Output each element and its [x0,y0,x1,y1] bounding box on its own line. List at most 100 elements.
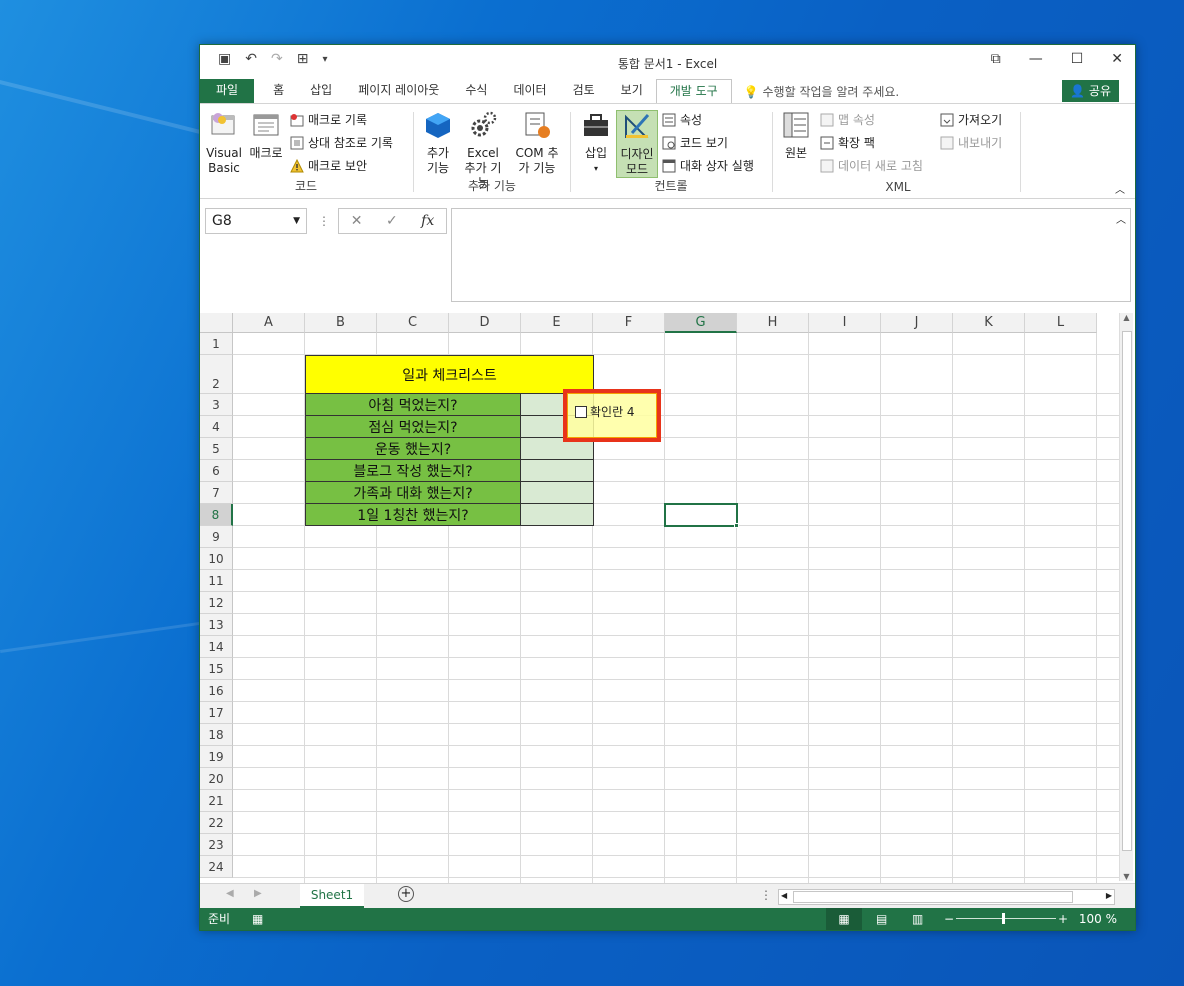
formula-input[interactable]: ︿ [451,208,1131,302]
checklist-item[interactable]: 아침 먹었는지? [305,394,521,416]
column-header[interactable]: B [305,313,377,333]
share-button[interactable]: 👤 공유 [1062,80,1119,102]
ribbon-display-options-icon[interactable]: ⧉ [991,51,1001,67]
checklist-title[interactable]: 일과 체크리스트 [305,355,594,394]
map-properties-button[interactable]: 맵 속성 [820,110,875,130]
vertical-scrollbar[interactable]: ▲ ▼ [1119,313,1133,881]
row-header[interactable]: 23 [200,834,233,856]
page-layout-view-icon[interactable]: ▤ [876,908,887,930]
row-header[interactable]: 7 [200,482,233,504]
row-header[interactable]: 9 [200,526,233,548]
refresh-data-button[interactable]: 데이터 새로 고침 [820,156,923,176]
horizontal-scroll-thumb[interactable] [793,891,1073,903]
export-button[interactable]: 내보내기 [940,133,1002,153]
run-dialog-button[interactable]: 대화 상자 실행 [662,156,754,176]
row-header[interactable]: 12 [200,592,233,614]
column-header[interactable]: K [953,313,1025,333]
prev-sheet-icon[interactable]: ◀ [226,888,234,899]
tab-formulas[interactable]: 수식 [452,79,500,103]
row-header[interactable]: 13 [200,614,233,636]
import-button[interactable]: 가져오기 [940,110,1002,130]
page-break-view-icon[interactable]: ▥ [912,908,923,930]
zoom-out-icon[interactable]: − [944,908,954,930]
check-cell[interactable] [521,460,594,482]
column-header[interactable]: L [1025,313,1097,333]
row-header[interactable]: 5 [200,438,233,460]
tab-home[interactable]: 홈 [260,79,297,103]
checklist-item[interactable]: 가족과 대화 했는지? [305,482,521,504]
tab-insert[interactable]: 삽입 [297,79,345,103]
tab-review[interactable]: 검토 [560,79,608,103]
column-header[interactable]: J [881,313,953,333]
cancel-icon[interactable]: ✕ [351,213,363,229]
scroll-down-icon[interactable]: ▼ [1120,872,1133,881]
column-header[interactable]: E [521,313,593,333]
row-header[interactable]: 17 [200,702,233,724]
column-header[interactable]: F [593,313,665,333]
check-cell[interactable] [521,504,594,526]
column-header[interactable]: I [809,313,881,333]
name-box[interactable]: G8 ▼ [205,208,307,234]
row-header[interactable]: 20 [200,768,233,790]
worksheet-grid[interactable]: A B C D E F G H I J K L 1 2 3 4 5 6 7 8 9 10 11 12 13 14 15 16 17 18 1… [200,313,1120,883]
macro-security-button[interactable]: 매크로 보안 [290,156,367,176]
row-header[interactable]: 19 [200,746,233,768]
row-header[interactable]: 22 [200,812,233,834]
row-header[interactable]: 3 [200,394,233,416]
macro-record-status-icon[interactable]: ▦ [252,908,263,930]
checkbox-square[interactable] [575,406,587,418]
properties-button[interactable]: 속성 [662,110,702,130]
normal-view-icon[interactable]: ▦ [826,908,862,930]
next-sheet-icon[interactable]: ▶ [254,888,262,899]
tab-data[interactable]: 데이터 [500,79,559,103]
zoom-in-icon[interactable]: + [1058,908,1068,930]
row-header[interactable]: 24 [200,856,233,878]
maximize-icon[interactable]: ☐ [1071,51,1084,67]
row-header[interactable]: 6 [200,460,233,482]
tab-developer[interactable]: 개발 도구 [655,79,732,103]
tab-page-layout[interactable]: 페이지 레이아웃 [345,79,452,103]
column-header[interactable]: A [233,313,305,333]
active-cell-g8[interactable] [664,503,738,527]
tab-view[interactable]: 보기 [608,79,656,103]
row-header[interactable]: 4 [200,416,233,438]
row-header[interactable]: 21 [200,790,233,812]
row-header[interactable]: 8 [200,504,233,526]
com-addins-button[interactable]: COM 추가 기능 [510,110,564,176]
checklist-item[interactable]: 점심 먹었는지? [305,416,521,438]
fill-handle[interactable] [734,523,739,528]
tell-me-box[interactable]: 💡 수행할 작업을 알려 주세요. [744,81,899,103]
scroll-up-icon[interactable]: ▲ [1120,313,1133,322]
enter-icon[interactable]: ✓ [386,213,398,229]
row-header[interactable]: 16 [200,680,233,702]
tab-file[interactable]: 파일 [200,79,255,103]
insert-control-button[interactable]: 삽입 ▾ [576,110,616,176]
row-header[interactable]: 10 [200,548,233,570]
view-code-button[interactable]: 코드 보기 [662,133,728,153]
record-macro-button[interactable]: 매크로 기록 [290,110,367,130]
row-header[interactable]: 18 [200,724,233,746]
visual-basic-button[interactable]: Visual Basic [206,110,242,176]
collapse-ribbon-icon[interactable]: ︿ [1115,181,1125,196]
minimize-icon[interactable]: — [1029,51,1043,67]
zoom-level[interactable]: 100 % [1079,908,1117,930]
checklist-item[interactable]: 운동 했는지? [305,438,521,460]
row-header[interactable]: 15 [200,658,233,680]
checklist-item[interactable]: 1일 1칭찬 했는지? [305,504,521,526]
column-header[interactable]: G [665,313,737,333]
relative-reference-button[interactable]: 상대 참조로 기록 [290,133,393,153]
sheet-tab[interactable]: Sheet1 [300,884,364,908]
xml-source-button[interactable]: 원본 [778,110,814,161]
macros-button[interactable]: 매크로 [248,110,284,161]
zoom-slider-thumb[interactable] [1002,913,1005,924]
tab-split-handle-icon[interactable]: ⋮ [760,888,772,902]
select-all-corner[interactable] [200,313,233,333]
checkbox-control-highlight[interactable]: 확인란 4 [563,389,661,442]
design-mode-button[interactable]: 디자인 모드 [616,110,658,178]
check-cell[interactable] [521,482,594,504]
horizontal-scrollbar[interactable]: ◀ ▶ [778,889,1115,905]
row-header[interactable]: 14 [200,636,233,658]
formula-bar-handle-icon[interactable]: ⋮ [318,214,330,228]
column-header[interactable]: H [737,313,809,333]
row-header[interactable]: 1 [200,333,233,355]
